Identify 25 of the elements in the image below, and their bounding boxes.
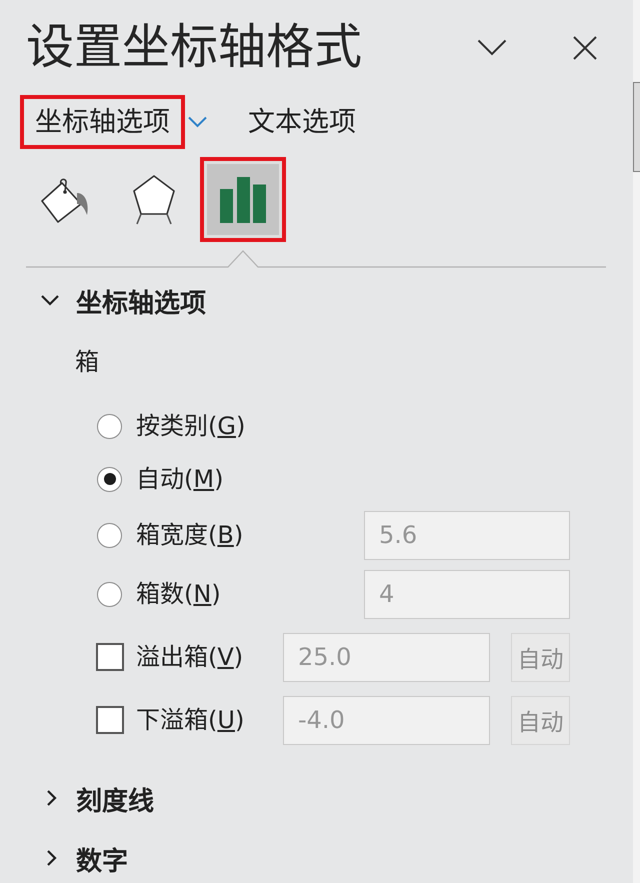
option-label: 箱数(N) [136,580,221,608]
radio-button[interactable] [97,466,122,492]
option-label: 溢出箱(V) [136,642,244,672]
option-label: 自动(M) [136,464,224,494]
section-header[interactable]: 刻度线 [40,778,154,818]
close-icon [573,36,597,60]
section-header[interactable]: 数字 [40,838,128,878]
chevron-down-icon [188,116,207,128]
paint-bucket-icon [41,176,89,222]
option-label: 下溢箱(U) [136,706,244,734]
group-label: 箱 [75,347,99,378]
radio-button[interactable] [97,522,122,548]
option-label: 箱宽度(B) [136,520,244,550]
pane-title: 设置坐标轴格式 [26,18,362,76]
checkbox[interactable] [96,643,124,671]
bar-chart-icon [220,176,266,222]
section-header[interactable]: 坐标轴选项 [40,280,206,320]
radio-button[interactable] [97,414,122,438]
tab[interactable]: 文本选项 [233,95,371,149]
scrollbar-thumb[interactable] [633,82,640,172]
checkbox[interactable] [96,706,124,734]
chevron-down-icon [477,39,507,56]
radio-button[interactable] [97,582,122,606]
option-label: 按类别(G) [136,412,246,440]
pentagon-icon [132,174,176,226]
